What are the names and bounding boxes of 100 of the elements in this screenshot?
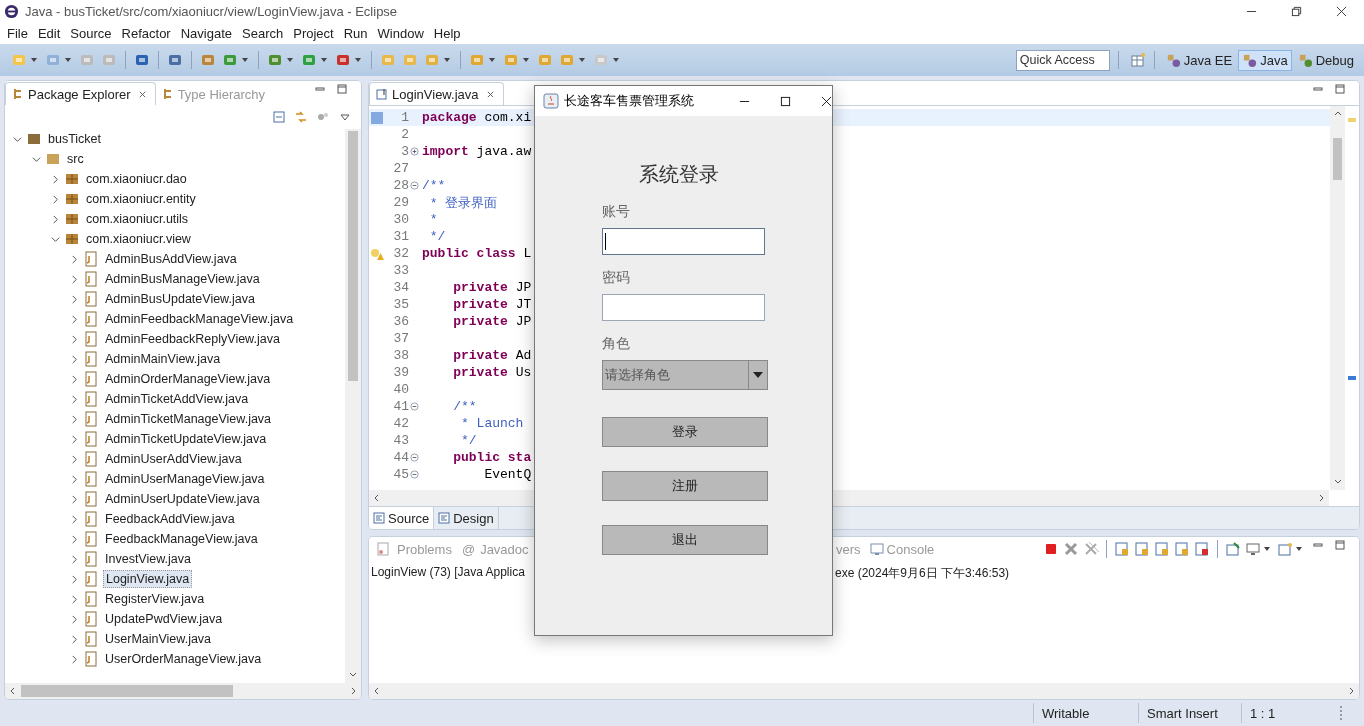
overview-marker[interactable]	[1348, 376, 1356, 380]
tree-item[interactable]: InvestView.java	[103, 551, 193, 567]
caret-icon[interactable]	[354, 56, 362, 64]
scrollbar[interactable]	[369, 683, 1359, 699]
tree-item[interactable]: AdminTicketAddView.java	[103, 391, 251, 407]
tree-item[interactable]: com.xiaoniucr.view	[84, 231, 193, 247]
tree-item[interactable]: RegisterView.java	[103, 591, 207, 607]
console-tool-icon[interactable]	[1194, 541, 1210, 557]
tree-item[interactable]: AdminFeedbackReplyView.java	[103, 331, 282, 347]
tree-item[interactable]: src	[65, 151, 86, 167]
caret-icon[interactable]	[64, 56, 72, 64]
chevron-icon[interactable]	[51, 174, 60, 184]
tree-item[interactable]: com.xiaoniucr.dao	[84, 171, 189, 187]
chevron-icon[interactable]	[70, 594, 79, 604]
tree-item[interactable]: FeedbackManageView.java	[103, 531, 260, 547]
editor-mode-tab[interactable]: Source	[369, 507, 435, 529]
chevron-icon[interactable]	[70, 294, 79, 304]
tree-item[interactable]: AdminUserManageView.java	[103, 471, 267, 487]
scrollbar[interactable]	[5, 683, 361, 699]
fold-icon[interactable]	[410, 470, 419, 479]
dialog-button[interactable]: 注册	[602, 471, 768, 501]
close-icon[interactable]	[1336, 5, 1347, 17]
perspective-button[interactable]: Debug	[1293, 49, 1358, 71]
restore-icon[interactable]	[1291, 5, 1302, 17]
menu-item[interactable]: File	[7, 25, 28, 41]
chevron-icon[interactable]	[70, 334, 79, 344]
chevron-icon[interactable]	[70, 494, 79, 504]
dialog-button[interactable]: 登录	[602, 417, 768, 447]
menu-item[interactable]: Window	[377, 25, 424, 41]
caret-icon[interactable]	[488, 56, 496, 64]
tree-item[interactable]: busTicket	[46, 131, 104, 147]
chevron-icon[interactable]	[70, 554, 79, 564]
chevron-icon[interactable]	[70, 634, 79, 644]
chevron-icon[interactable]	[70, 354, 79, 364]
fold-icon[interactable]	[410, 402, 419, 411]
editor-tab[interactable]: LoginView.java	[369, 82, 504, 105]
chevron-icon[interactable]	[70, 454, 79, 464]
display-icon[interactable]	[1245, 541, 1261, 557]
chevron-icon[interactable]	[70, 394, 79, 404]
tree-item[interactable]: LoginView.java	[103, 570, 193, 588]
chevron-icon[interactable]	[70, 614, 79, 624]
tree-item[interactable]: AdminBusAddView.java	[103, 251, 239, 267]
chevron-icon[interactable]	[70, 274, 79, 284]
open-perspective-icon[interactable]	[1129, 52, 1146, 68]
tree-item[interactable]: AdminUserUpdateView.java	[103, 491, 262, 507]
fold-icon[interactable]	[410, 147, 419, 156]
chevron-icon[interactable]	[51, 214, 60, 224]
menu-item[interactable]: Help	[433, 25, 461, 41]
menu-item[interactable]: Navigate	[180, 25, 232, 41]
caret-icon[interactable]	[612, 56, 620, 64]
chevron-icon[interactable]	[51, 234, 60, 244]
perspective-button[interactable]: Java EE	[1161, 49, 1237, 71]
dialog-button[interactable]: 退出	[602, 525, 768, 555]
chevron-icon[interactable]	[70, 434, 79, 444]
chevron-icon[interactable]	[32, 154, 41, 164]
chevron-icon[interactable]	[70, 474, 79, 484]
chevron-icon[interactable]	[70, 374, 79, 384]
caret-icon[interactable]	[1263, 545, 1271, 553]
tree-item[interactable]: UpdatePwdView.java	[103, 611, 225, 627]
tree-item[interactable]: FeedbackAddView.java	[103, 511, 237, 527]
chevron-icon[interactable]	[70, 574, 79, 584]
scrollbar[interactable]	[1330, 106, 1345, 490]
tree-item[interactable]: com.xiaoniucr.utils	[84, 211, 191, 227]
menu-item[interactable]: Run	[343, 25, 368, 41]
tree-item[interactable]: AdminUserAddView.java	[103, 451, 244, 467]
caret-icon[interactable]	[286, 56, 294, 64]
caret-icon[interactable]	[320, 56, 328, 64]
chevron-icon[interactable]	[70, 514, 79, 524]
overview-marker[interactable]	[1348, 118, 1356, 122]
tree-item[interactable]: com.xiaoniucr.entity	[84, 191, 198, 207]
tree-item[interactable]: AdminOrderManageView.java	[103, 371, 273, 387]
chevron-icon[interactable]	[70, 414, 79, 424]
tree-item[interactable]: AdminBusManageView.java	[103, 271, 262, 287]
tree-item[interactable]: UserOrderManageView.java	[103, 651, 264, 667]
remove-icon[interactable]	[1063, 541, 1079, 557]
tree-item[interactable]: AdminTicketManageView.java	[103, 411, 274, 427]
caret-icon[interactable]	[578, 56, 586, 64]
caret-icon[interactable]	[522, 56, 530, 64]
caret-icon[interactable]	[1295, 545, 1303, 553]
link-icon[interactable]	[293, 109, 309, 125]
fold-icon[interactable]	[410, 453, 419, 462]
scrollbar[interactable]	[345, 129, 361, 683]
scrollbar-thumb[interactable]	[1333, 138, 1342, 180]
chevron-icon[interactable]	[70, 254, 79, 264]
menu-item[interactable]: Refactor	[121, 25, 171, 41]
menu-item[interactable]: Source	[70, 25, 112, 41]
chevron-icon[interactable]	[70, 314, 79, 324]
fold-icon[interactable]	[410, 181, 419, 190]
chevron-icon[interactable]	[13, 134, 22, 144]
chevron-icon[interactable]	[70, 654, 79, 664]
maximize-icon[interactable]	[780, 95, 791, 107]
caret-icon[interactable]	[30, 56, 38, 64]
editor-mode-tab[interactable]: Design	[434, 507, 499, 529]
tree-item[interactable]: AdminTicketUpdateView.java	[103, 431, 269, 447]
chevron-icon[interactable]	[70, 534, 79, 544]
close-icon[interactable]	[821, 95, 832, 107]
remove-all-icon[interactable]	[1083, 541, 1099, 557]
stop-icon[interactable]	[1043, 541, 1059, 557]
tree-item[interactable]: AdminFeedbackManageView.java	[103, 311, 296, 327]
menu-item[interactable]: Project	[293, 25, 334, 41]
